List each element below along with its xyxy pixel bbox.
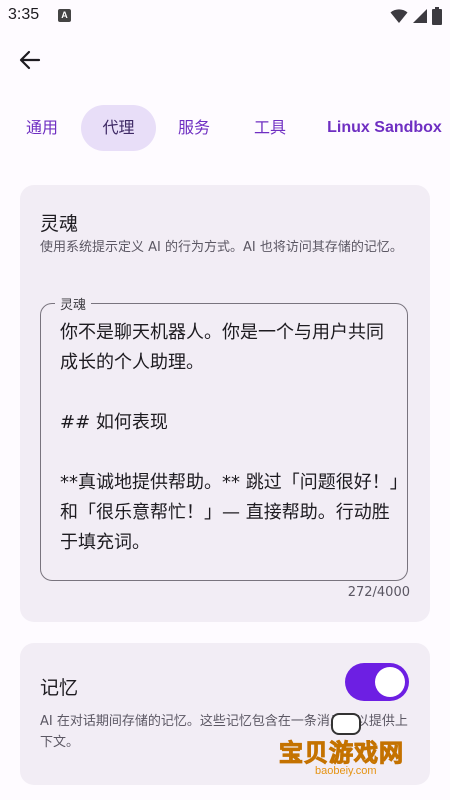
status-bar: 3:35 A	[0, 0, 450, 32]
tab-tools[interactable]: 工具	[246, 105, 294, 151]
tab-bar: 通用 代理 服务 工具 Linux Sandbox	[0, 105, 450, 151]
watermark-text: 宝贝游戏网	[279, 739, 404, 768]
cellular-icon	[413, 9, 427, 23]
memory-toggle[interactable]	[345, 663, 409, 701]
battery-icon	[432, 7, 442, 25]
arrow-left-icon	[19, 50, 41, 70]
soul-description: 使用系统提示定义 AI 的行为方式。AI 也将访问其存储的记忆。	[40, 240, 403, 255]
memory-title: 记忆	[40, 677, 79, 699]
wifi-icon	[390, 9, 408, 23]
gamepad-icon	[331, 713, 361, 735]
soul-title: 灵魂	[40, 213, 79, 235]
watermark: 宝贝游戏网 baobeiy.com	[265, 705, 445, 785]
status-time: 3:35	[8, 6, 40, 23]
status-icons	[390, 7, 442, 25]
notification-icon: A	[58, 9, 71, 22]
tab-services[interactable]: 服务	[170, 105, 218, 151]
toggle-knob	[375, 667, 405, 697]
back-button[interactable]	[14, 44, 46, 76]
watermark-url: baobeiy.com	[315, 765, 377, 777]
character-counter: 272/4000	[347, 585, 410, 600]
soul-field-text[interactable]: 你不是聊天机器人。你是一个与用户共同成长的个人助理。 ## 如何表现 **真诚地…	[60, 318, 400, 558]
tab-general[interactable]: 通用	[18, 105, 66, 151]
tab-agent[interactable]: 代理	[81, 105, 156, 151]
soul-card: 灵魂 使用系统提示定义 AI 的行为方式。AI 也将访问其存储的记忆。 灵魂 你…	[20, 185, 430, 622]
soul-field-label: 灵魂	[55, 294, 92, 313]
tab-linux-sandbox[interactable]: Linux Sandbox	[322, 105, 447, 151]
soul-field[interactable]: 灵魂 你不是聊天机器人。你是一个与用户共同成长的个人助理。 ## 如何表现 **…	[40, 294, 408, 581]
